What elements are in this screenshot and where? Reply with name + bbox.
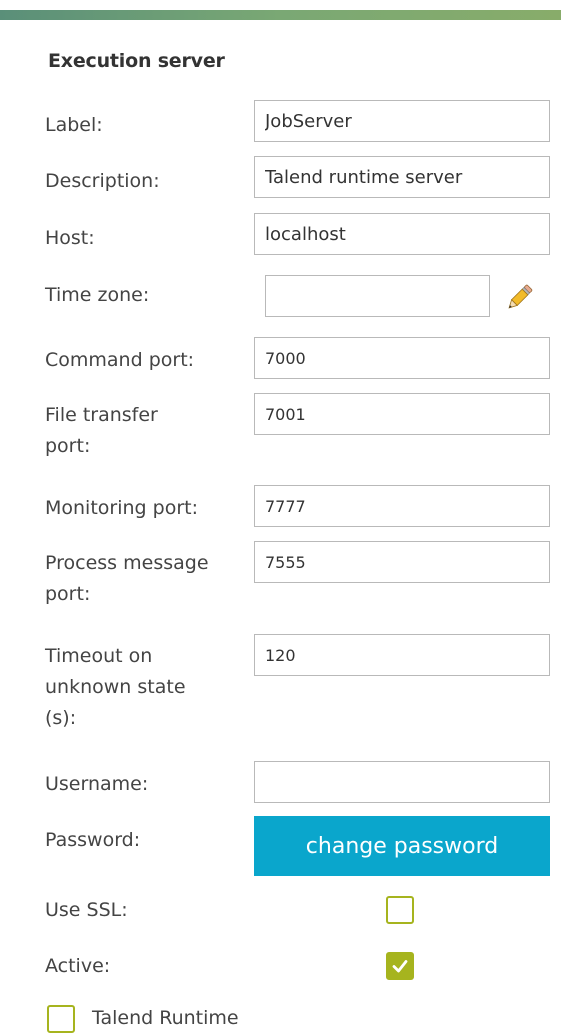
file-transfer-port-label-line-2: port:: [45, 435, 91, 457]
label-field-label: Label:: [45, 114, 103, 136]
username-input[interactable]: [254, 761, 550, 803]
label-input[interactable]: [254, 100, 550, 142]
monitoring-port-field-label: Monitoring port:: [45, 497, 198, 519]
process-message-port-input[interactable]: [254, 541, 550, 583]
talend-runtime-label: Talend Runtime: [92, 1007, 239, 1029]
file-transfer-port-field-label: File transfer port:: [45, 400, 245, 462]
time-zone-field-label: Time zone:: [45, 284, 150, 306]
checkmark-icon: [392, 960, 408, 973]
username-field-label: Username:: [45, 773, 149, 795]
active-checkbox[interactable]: [386, 952, 414, 980]
description-input[interactable]: [254, 156, 550, 198]
section-title: Execution server: [48, 50, 225, 72]
timeout-label-line-3: (s):: [45, 707, 77, 729]
header-accent-bar: [0, 10, 561, 20]
file-transfer-port-input[interactable]: [254, 393, 550, 435]
use-ssl-checkbox[interactable]: [386, 896, 414, 924]
timeout-input[interactable]: [254, 634, 550, 676]
process-message-port-label-line-1: Process message: [45, 552, 209, 574]
host-input[interactable]: [254, 213, 550, 255]
process-message-port-field-label: Process message port:: [45, 548, 245, 610]
timeout-label-line-1: Timeout on: [45, 645, 153, 667]
pencil-icon[interactable]: [503, 282, 535, 314]
monitoring-port-input[interactable]: [254, 485, 550, 527]
time-zone-input[interactable]: [265, 275, 490, 317]
use-ssl-field-label: Use SSL:: [45, 899, 128, 921]
timeout-label-line-2: unknown state: [45, 676, 186, 698]
description-field-label: Description:: [45, 170, 160, 192]
file-transfer-port-label-line-1: File transfer: [45, 404, 158, 426]
process-message-port-label-line-2: port:: [45, 583, 91, 605]
change-password-button[interactable]: change password: [254, 816, 550, 876]
timeout-field-label: Timeout on unknown state (s):: [45, 641, 245, 734]
password-field-label: Password:: [45, 829, 141, 851]
host-field-label: Host:: [45, 227, 95, 249]
talend-runtime-checkbox[interactable]: [47, 1005, 75, 1033]
command-port-input[interactable]: [254, 337, 550, 379]
active-field-label: Active:: [45, 955, 111, 977]
command-port-field-label: Command port:: [45, 349, 195, 371]
